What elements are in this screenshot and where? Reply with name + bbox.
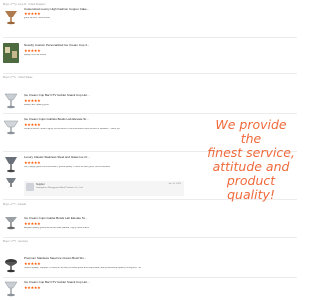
supplier-name: Supplier: [36, 183, 45, 186]
product-title[interactable]: Ice Cream Cup Bar KTV Goblet Snack Cup H…: [24, 280, 90, 284]
review-comment: quality fast. quality good: [24, 104, 49, 106]
promo-line: attitude and: [212, 159, 290, 174]
reply-date: Jan 10, 2023: [168, 183, 181, 185]
product-title[interactable]: Premium Stainless Steel Ice Cream Bowl S…: [24, 256, 87, 260]
product-title[interactable]: Luxury Classic Stainless Steel and Glass…: [24, 155, 90, 159]
review-card: Buyer: d***y | Lucy 22 · United Kingdom …: [0, 0, 300, 38]
product-thumbnail[interactable]: [3, 215, 19, 231]
rating-stars: ★★★★★: [24, 285, 41, 290]
review-comment: quality from as shown: [24, 54, 47, 56]
review-card: Novelty Custom Personalized Ice Cream Cu…: [0, 38, 300, 74]
promo-line: product quality!: [226, 173, 276, 202]
review-comment: Superb quality. Supplier's customer serv…: [24, 267, 142, 269]
product-thumbnail[interactable]: [3, 92, 19, 110]
rating-stars: ★★★★★: [24, 98, 41, 103]
rating-stars: ★★★★★: [24, 48, 41, 53]
promo-line: finest service,: [207, 145, 295, 160]
review-buyer-info: Buyer: a***r · Canada: [3, 203, 26, 206]
rating-stars: ★★★★★: [24, 221, 41, 226]
review-comment: Elegant quality goods all arrived well p…: [24, 227, 90, 229]
review-comment: Great products, would highly recommend t…: [24, 128, 121, 130]
product-thumbnail[interactable]: [3, 176, 19, 188]
product-thumbnail[interactable]: [3, 256, 19, 274]
rating-stars: ★★★★★: [24, 122, 41, 127]
supplier-company: Guangzhou Shengyuan Metal Products Co., …: [36, 187, 84, 189]
product-thumbnail[interactable]: [3, 8, 19, 26]
review-buyer-info: Buyer: d***y | Lucy 22 · United Kingdom: [3, 3, 46, 6]
review-buyer-info: Buyer: m***t · Germany: [3, 240, 28, 243]
product-title[interactable]: Ice Cream Cup Bar KTV Goblet Snack Cup H…: [24, 93, 90, 97]
rating-stars: ★★★★★: [24, 261, 41, 266]
review-card: Buyer: a***r · Canada Ice Cream Cups Gob…: [0, 200, 300, 238]
product-thumbnail[interactable]: [3, 155, 19, 175]
review-buyer-info: Buyer: k***e · United States: [3, 76, 33, 79]
product-title[interactable]: Novelty Custom Personalized Ice Cream Cu…: [24, 43, 89, 47]
review-card: Ice Cream Cup Bar KTV Goblet Snack Cup H…: [0, 278, 300, 300]
product-title[interactable]: Ice Cream Cups Goblet Bowls Lab Elevate …: [24, 216, 87, 220]
product-thumbnail[interactable]: [3, 118, 19, 136]
supplier-reply: Supplier Guangzhou Shengyuan Metal Produ…: [24, 181, 184, 196]
rating-stars: ★★★★★: [24, 160, 41, 165]
review-comment: Very happy great communication, goods qu…: [24, 166, 111, 168]
rating-stars: ★★★★★: [24, 11, 41, 16]
product-thumbnail[interactable]: [3, 43, 19, 63]
supplier-avatar: [26, 183, 34, 191]
review-card: Buyer: m***t · Germany Premium Stainless…: [0, 238, 300, 278]
product-thumbnail[interactable]: [3, 280, 19, 298]
product-title[interactable]: Ice Cream Cups Goblets Bowls Lab Elevate…: [24, 117, 89, 121]
review-comment: good service. recommend: [24, 17, 51, 19]
promo-slogan: We provide the finest service, attitude …: [206, 118, 296, 202]
promo-line: We provide the: [215, 117, 287, 146]
review-card: Buyer: k***e · United States Ice Cream C…: [0, 74, 300, 114]
